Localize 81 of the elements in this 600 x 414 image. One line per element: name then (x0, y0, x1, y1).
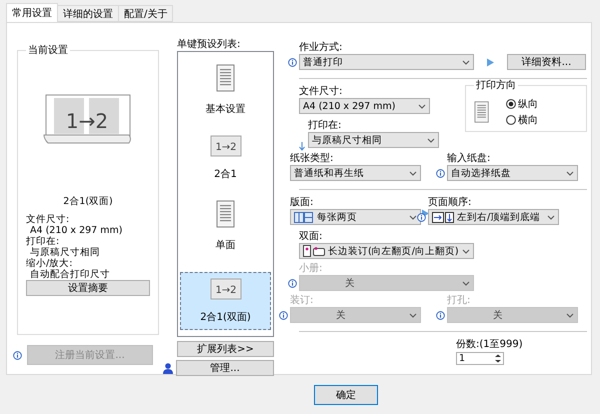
radio-label: 纵向 (518, 98, 538, 110)
radio-button[interactable] (506, 114, 516, 124)
chevron-down-icon (418, 104, 426, 108)
info-icon (288, 58, 297, 66)
dropdown[interactable]: 左到右/顶端到底端 (428, 209, 559, 225)
manage-button[interactable]: 管理... (176, 360, 274, 376)
setting-label: 文件尺寸: (26, 214, 70, 225)
copies-spinner[interactable]: 1 (456, 352, 504, 365)
setting-value: 与原稿尺寸相同 (29, 247, 101, 258)
preset-item[interactable]: 1→2 2合1 (180, 126, 271, 190)
two-pages-icon: 1→2 (210, 278, 242, 300)
radio-label: 横向 (518, 114, 538, 126)
setting-label: 打印在: (26, 236, 60, 247)
field-label: 打印在: (308, 118, 342, 132)
two-pages-icon: 1→2 (210, 134, 242, 157)
field-label: 版面: (290, 196, 314, 209)
chevron-down-icon (566, 312, 574, 318)
field-label: 份数:(1至999) (456, 338, 524, 351)
field-label: 纸张类型: (290, 152, 334, 165)
dropdown[interactable]: 与原稿尺寸相同 (308, 132, 439, 148)
play-icon[interactable] (486, 58, 495, 66)
preview-picture: 1→2 (43, 93, 133, 145)
arrow-down-icon (299, 142, 305, 151)
setting-value: 自动配合打印尺寸 (29, 269, 111, 280)
user-icon (163, 362, 173, 374)
tab[interactable]: 配置/关于 (118, 5, 174, 22)
chevron-down-icon (427, 138, 435, 142)
tab[interactable]: 常用设置 (6, 3, 58, 22)
dropdown[interactable]: 每张两页 (290, 209, 421, 225)
spin-arrows-icon[interactable] (493, 353, 503, 364)
field-label: 小册: (299, 262, 324, 275)
layout-icon (294, 212, 314, 222)
setting-label: 缩小/放大: (26, 258, 74, 269)
preset-label: 2合1(双面) (200, 310, 251, 324)
setting-value: A4 (210 x 297 mm) (29, 225, 124, 236)
field-label: 页面顺序: (428, 196, 472, 209)
ok-button[interactable]: 确定 (314, 384, 378, 404)
group-title: 打印方向 (475, 78, 517, 92)
document-icon (216, 64, 236, 92)
chevron-down-icon (547, 214, 555, 220)
document-icon (474, 100, 490, 122)
chevron-down-icon (409, 170, 417, 176)
field-label: 文件尺寸: (299, 84, 344, 98)
preset-label: 单面 (216, 238, 236, 252)
tab[interactable]: 详细的设置 (57, 5, 119, 22)
preset-item[interactable]: 单面 (180, 194, 271, 258)
preview-caption: 2合1(双面) (62, 195, 114, 208)
chevron-down-icon (409, 214, 417, 220)
page-order-icon (432, 212, 454, 222)
chevron-down-icon (462, 60, 470, 64)
info-icon (13, 350, 22, 360)
preset-label: 2合1 (214, 168, 237, 181)
list-title: 单键预设列表: (177, 38, 242, 51)
field-label: 输入纸盘: (447, 152, 492, 165)
info-icon (279, 310, 288, 320)
group-title: 当前设置 (27, 44, 69, 57)
preset-label: 基本设置 (206, 102, 246, 116)
dropdown[interactable]: 普通打印 (299, 54, 474, 70)
field-label: 双面: (299, 230, 324, 243)
info-icon (288, 278, 297, 288)
chevron-down-icon (462, 280, 470, 286)
expand-button[interactable]: 扩展列表>> (177, 341, 274, 357)
duplex-icon (303, 245, 325, 257)
radio-button[interactable] (506, 98, 516, 108)
chevron-down-icon (566, 170, 574, 176)
dropdown[interactable]: 普通纸和再生纸 (290, 165, 421, 181)
preset-item[interactable]: 基本设置 (180, 58, 271, 122)
details-button[interactable]: 详细资料... (507, 54, 586, 70)
info-icon (436, 168, 445, 178)
document-icon (216, 200, 236, 228)
summary-button[interactable]: 设置摘要 (26, 280, 150, 296)
info-icon (436, 310, 445, 320)
chevron-down-icon (462, 248, 470, 254)
field-label: 作业方式: (299, 40, 344, 54)
chevron-down-icon (409, 312, 417, 318)
field-label: 打孔: (447, 294, 472, 307)
preset-item[interactable]: 1→2 2合1(双面) (180, 272, 271, 330)
dropdown[interactable]: 长边装订(向左翻页/向上翻页) (299, 243, 474, 259)
dropdown[interactable]: A4 (210 x 297 mm) (299, 98, 430, 114)
field-label: 装订: (290, 294, 314, 307)
dropdown[interactable]: 自动选择纸盘 (447, 165, 578, 181)
